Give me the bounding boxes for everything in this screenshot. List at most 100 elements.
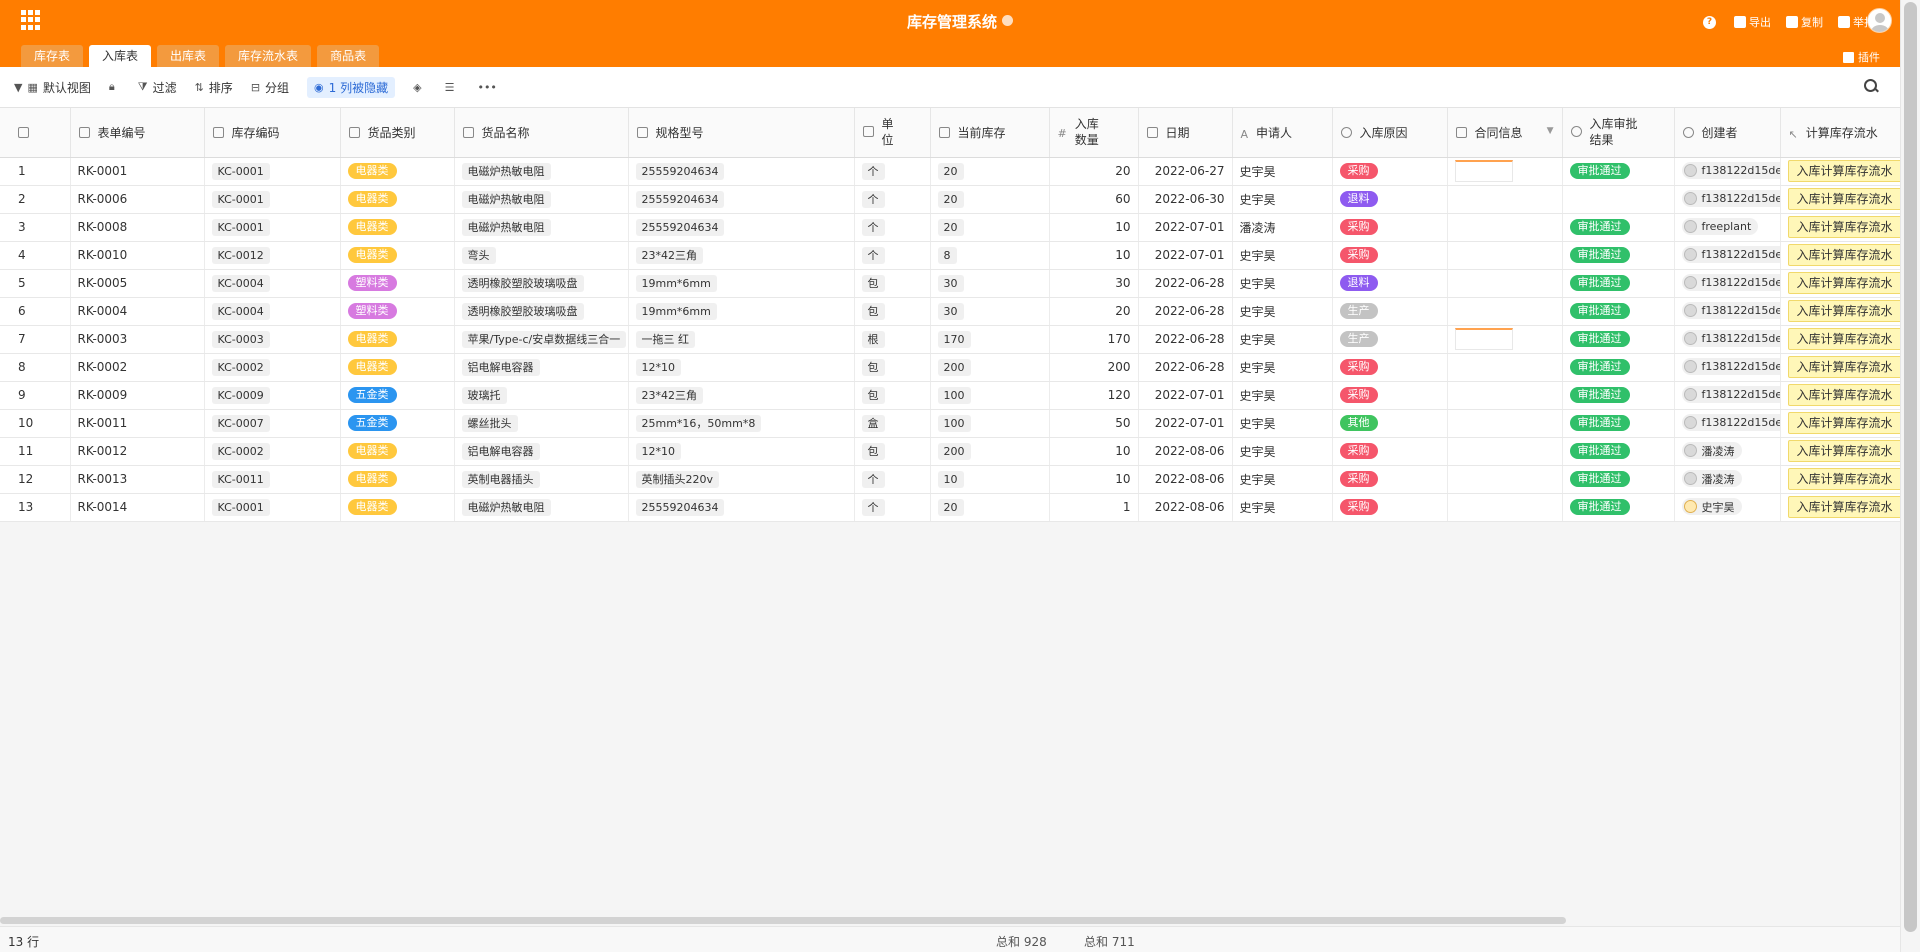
- grid-cell[interactable]: 其他: [1332, 409, 1448, 438]
- grid-cell[interactable]: 25559204634: [628, 493, 855, 522]
- grid-cell[interactable]: 3: [0, 213, 71, 242]
- grid-cell[interactable]: KC-0001: [204, 493, 341, 522]
- table-row[interactable]: 4 RK-0010 KC-0012 电器类 弯头 23*42三角 个 8 10 2022-07-0…: [0, 241, 1901, 270]
- grid-cell[interactable]: [1447, 465, 1563, 494]
- calc-stock-flow-button[interactable]: 入库计算库存流水: [1787, 272, 1899, 294]
- grid-cell[interactable]: 2022-06-27: [1138, 157, 1233, 186]
- grid-cell[interactable]: 12: [0, 465, 71, 494]
- export-button[interactable]: 导出: [1734, 14, 1771, 30]
- table-row[interactable]: 5 RK-0005 KC-0004 塑料类 透明橡胶塑胶玻璃吸盘 19mm*6mm 包 30 3…: [0, 269, 1901, 298]
- grid-cell[interactable]: 1: [1049, 493, 1139, 522]
- grid-cell[interactable]: f138122d15de4: [1674, 325, 1781, 354]
- grid-cell[interactable]: 史宇昊: [1232, 465, 1333, 494]
- grid-cell[interactable]: KC-0001: [204, 185, 341, 214]
- grid-cell[interactable]: 电器类: [340, 465, 455, 494]
- hidden-fields-button[interactable]: ◉ 1 列被隐藏: [307, 76, 396, 98]
- grid-cell[interactable]: 170: [1049, 325, 1139, 354]
- grid-cell[interactable]: RK-0011: [70, 409, 205, 438]
- grid-cell[interactable]: 50: [1049, 409, 1139, 438]
- grid-cell[interactable]: 史宇昊: [1232, 325, 1333, 354]
- grid-cell[interactable]: 2022-07-01: [1138, 381, 1233, 410]
- grid-cell[interactable]: 审批通过: [1562, 325, 1675, 354]
- grid-cell[interactable]: 潘凌涛: [1674, 465, 1781, 494]
- attachment-thumbnail[interactable]: [1454, 160, 1513, 182]
- calc-stock-flow-button[interactable]: 入库计算库存流水: [1787, 188, 1899, 210]
- grid-cell[interactable]: 透明橡胶塑胶玻璃吸盘: [454, 297, 629, 326]
- grid-cell[interactable]: 9: [0, 381, 71, 410]
- grid-cell[interactable]: 采购: [1332, 213, 1448, 242]
- grid-cell[interactable]: 潘凌涛: [1232, 213, 1333, 242]
- grid-cell[interactable]: 个: [854, 493, 931, 522]
- grid-cell[interactable]: 包: [854, 381, 931, 410]
- grid-cell[interactable]: 退料: [1332, 269, 1448, 298]
- grid-cell[interactable]: RK-0005: [70, 269, 205, 298]
- grid-cell[interactable]: RK-0003: [70, 325, 205, 354]
- grid-cell[interactable]: freeplant: [1674, 213, 1781, 242]
- grid-cell[interactable]: 采购: [1332, 157, 1448, 186]
- grid-cell[interactable]: KC-0001: [204, 157, 341, 186]
- grid-cell[interactable]: 100: [930, 409, 1050, 438]
- grid-cell[interactable]: 入库计算库存流水: [1780, 437, 1901, 466]
- grid-cell[interactable]: f138122d15de4: [1674, 185, 1781, 214]
- tab-item[interactable]: 入库表: [89, 45, 152, 67]
- tab-item[interactable]: 库存流水表: [225, 45, 312, 67]
- grid-cell[interactable]: 审批通过: [1562, 213, 1675, 242]
- grid-cell[interactable]: 审批通过: [1562, 157, 1675, 186]
- grid-cell[interactable]: 8: [0, 353, 71, 382]
- calc-stock-flow-button[interactable]: 入库计算库存流水: [1787, 412, 1899, 434]
- grid-cell[interactable]: 11: [0, 437, 71, 466]
- col-header[interactable]: 当前库存: [930, 108, 1050, 158]
- grid-cell[interactable]: 审批通过: [1562, 269, 1675, 298]
- grid-cell[interactable]: 电器类: [340, 353, 455, 382]
- grid-cell[interactable]: 20: [930, 493, 1050, 522]
- grid-cell[interactable]: 入库计算库存流水: [1780, 185, 1901, 214]
- grid-cell[interactable]: 100: [930, 381, 1050, 410]
- grid-cell[interactable]: 电磁炉热敏电阻: [454, 185, 629, 214]
- table-row[interactable]: 3 RK-0008 KC-0001 电器类 电磁炉热敏电阻 25559204634 个 20 1…: [0, 213, 1901, 242]
- table-row[interactable]: 8 RK-0002 KC-0002 电器类 铝电解电容器 12*10 包 200 200 2022…: [0, 353, 1901, 382]
- grid-cell[interactable]: KC-0012: [204, 241, 341, 270]
- grid-cell[interactable]: 英制插头220v: [628, 465, 855, 494]
- grid-cell[interactable]: 10: [1049, 213, 1139, 242]
- grid-cell[interactable]: 包: [854, 353, 931, 382]
- grid-cell[interactable]: 史宇昊: [1232, 381, 1333, 410]
- grid-cell[interactable]: 25559204634: [628, 185, 855, 214]
- grid-cell[interactable]: 个: [854, 465, 931, 494]
- grid-cell[interactable]: RK-0008: [70, 213, 205, 242]
- row-height-button[interactable]: ☰: [445, 81, 460, 94]
- grid-cell[interactable]: 30: [930, 269, 1050, 298]
- grid-cell[interactable]: 6: [0, 297, 71, 326]
- table-row[interactable]: 10 RK-0011 KC-0007 五金类 螺丝批头 25mm*16，50mm*8 盒 10…: [0, 409, 1901, 438]
- grid-cell[interactable]: 玻璃托: [454, 381, 629, 410]
- grid-cell[interactable]: 10: [930, 465, 1050, 494]
- grid-cell[interactable]: 12*10: [628, 353, 855, 382]
- col-header[interactable]: 货品名称: [454, 108, 629, 158]
- chevron-down-icon[interactable]: ▼: [1547, 126, 1554, 136]
- calc-stock-flow-button[interactable]: 入库计算库存流水: [1787, 384, 1899, 406]
- grid-cell[interactable]: 25mm*16，50mm*8: [628, 409, 855, 438]
- grid-cell[interactable]: 60: [1049, 185, 1139, 214]
- grid-cell[interactable]: 采购: [1332, 493, 1448, 522]
- grid-cell[interactable]: 2022-07-01: [1138, 409, 1233, 438]
- grid-cell[interactable]: [1447, 493, 1563, 522]
- grid-cell[interactable]: 个: [854, 241, 931, 270]
- grid-cell[interactable]: 史宇昊: [1232, 185, 1333, 214]
- grid-cell[interactable]: RK-0012: [70, 437, 205, 466]
- more-button[interactable]: •••: [477, 81, 501, 94]
- grid-cell[interactable]: 2022-06-28: [1138, 353, 1233, 382]
- grid-cell[interactable]: 审批通过: [1562, 493, 1675, 522]
- grid-cell[interactable]: f138122d15de4: [1674, 409, 1781, 438]
- calc-stock-flow-button[interactable]: 入库计算库存流水: [1787, 160, 1899, 182]
- grid-cell[interactable]: [1447, 381, 1563, 410]
- grid-cell[interactable]: 入库计算库存流水: [1780, 297, 1901, 326]
- grid-cell[interactable]: 13: [0, 493, 71, 522]
- filter-button[interactable]: ⧩ 过滤: [138, 79, 177, 96]
- grid-cell[interactable]: 电器类: [340, 325, 455, 354]
- grid-cell[interactable]: 2022-08-06: [1138, 465, 1233, 494]
- grid-cell[interactable]: 铝电解电容器: [454, 437, 629, 466]
- grid-cell[interactable]: 10: [1049, 241, 1139, 270]
- grid-cell[interactable]: [1447, 241, 1563, 270]
- grid-cell[interactable]: 19mm*6mm: [628, 297, 855, 326]
- grid-cell[interactable]: KC-0004: [204, 297, 341, 326]
- attachment-thumbnail[interactable]: [1454, 328, 1513, 350]
